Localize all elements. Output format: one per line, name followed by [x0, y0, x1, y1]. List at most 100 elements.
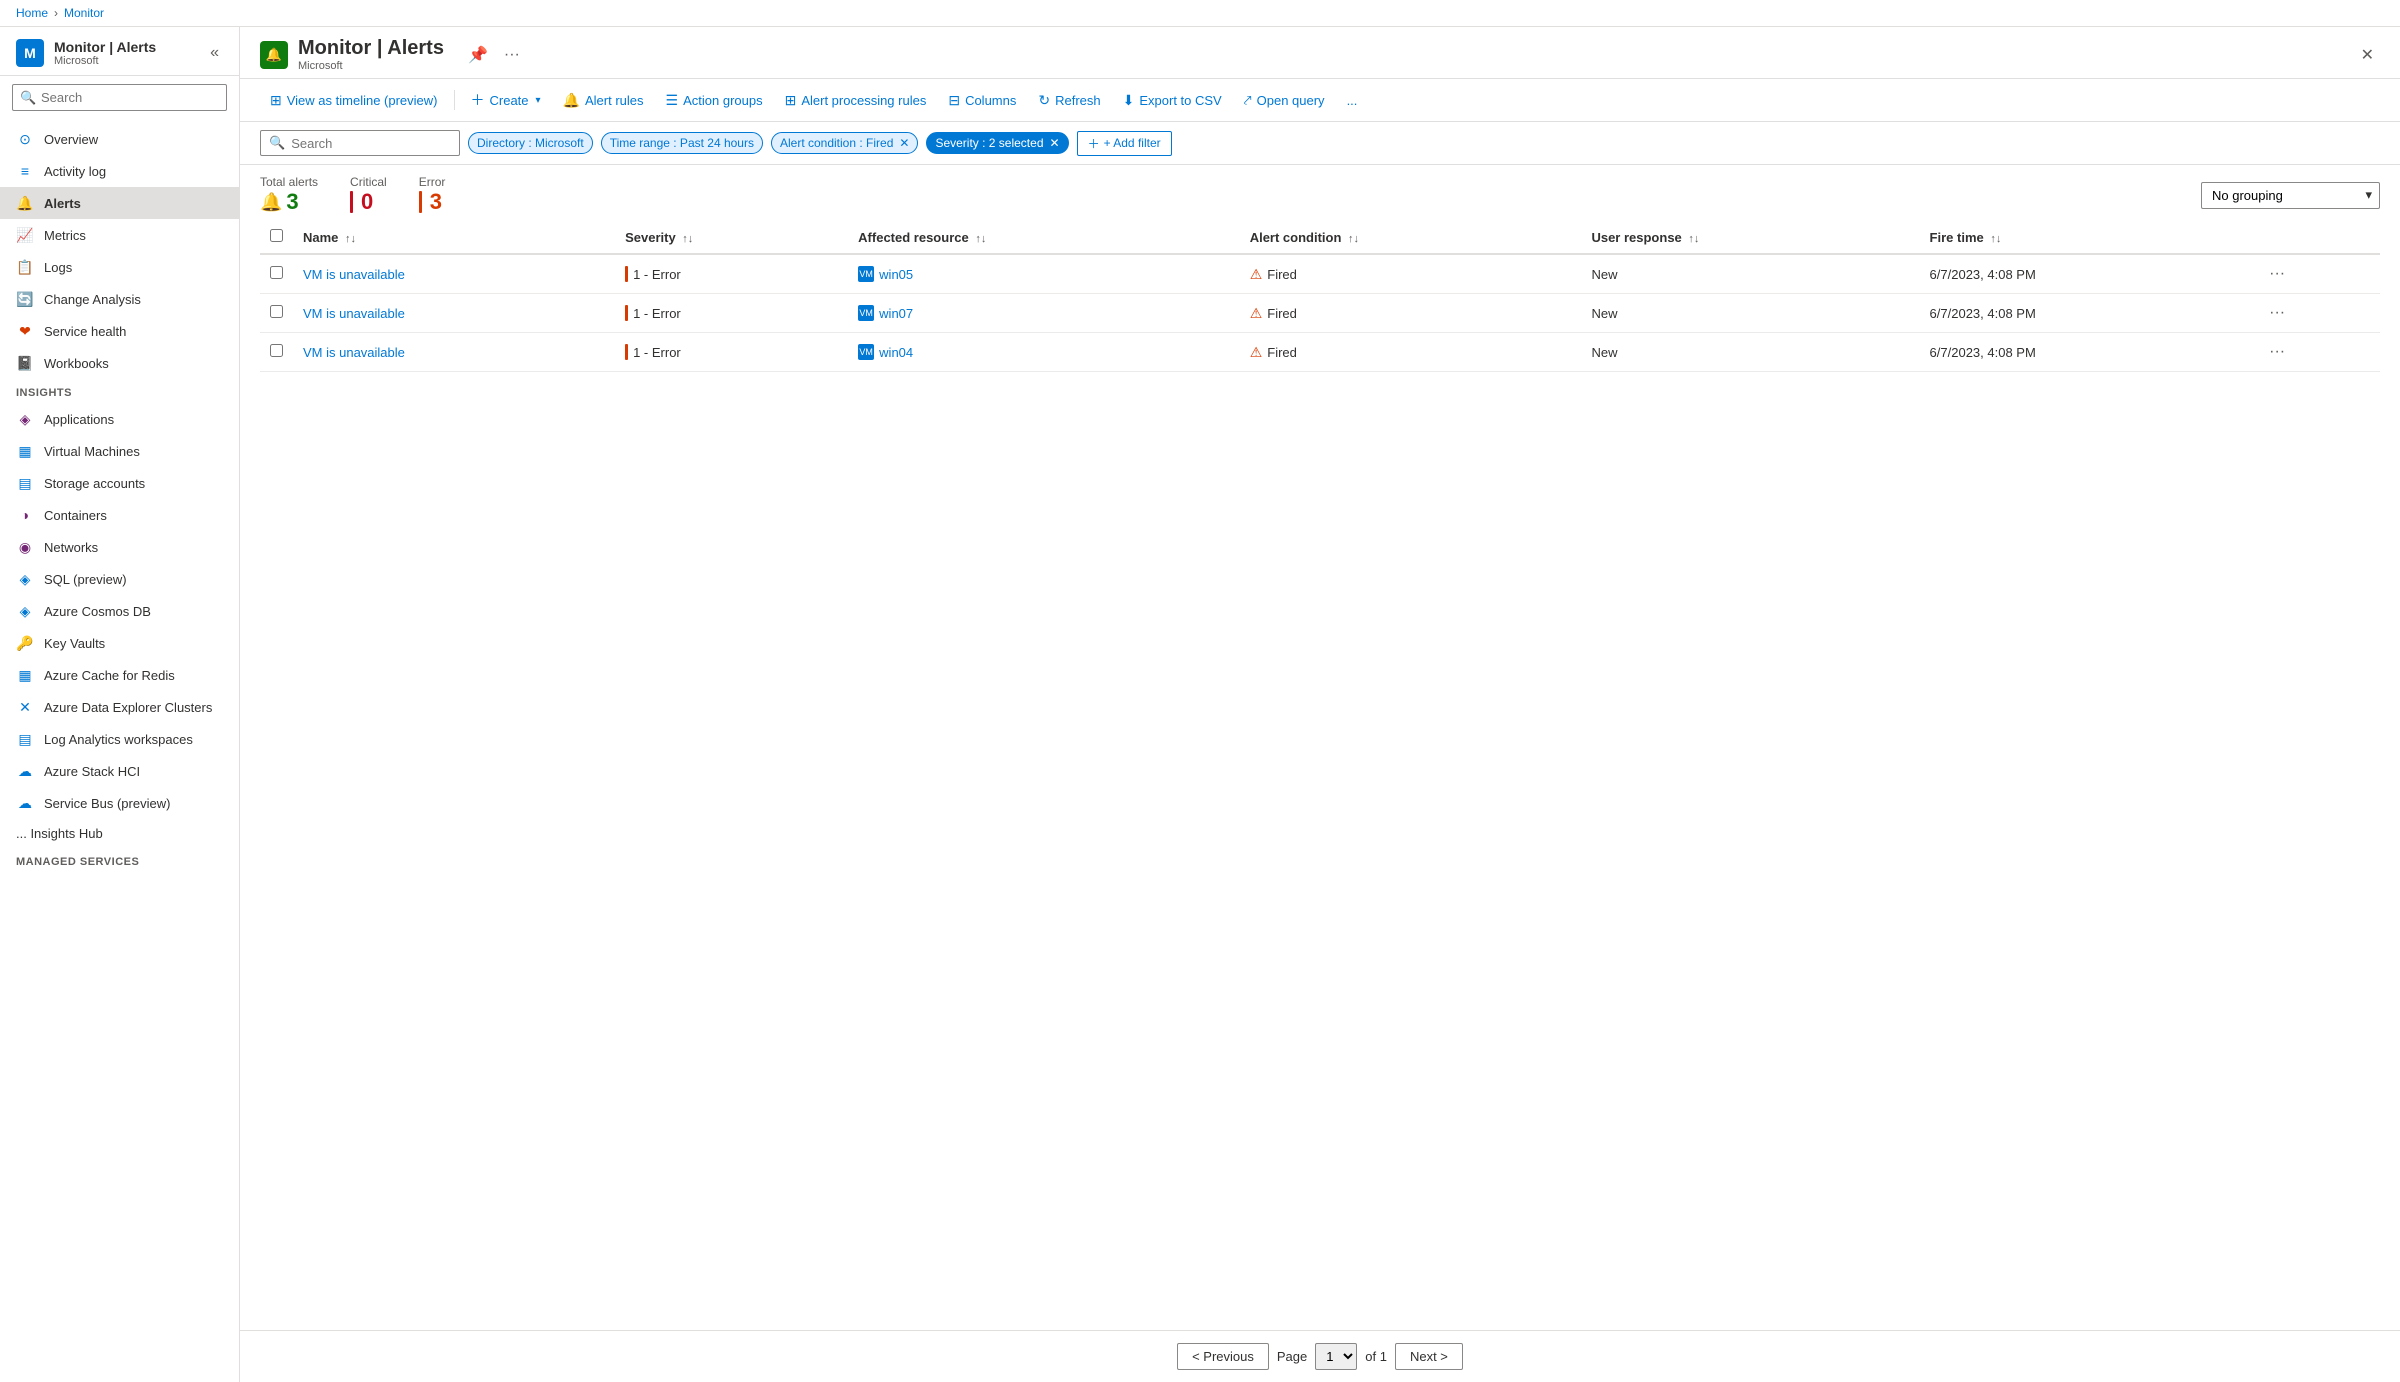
- breadcrumb-home[interactable]: Home: [16, 6, 48, 20]
- row-checkbox-2[interactable]: [270, 344, 283, 357]
- filter-search-input[interactable]: [291, 136, 431, 151]
- sidebar-item-data-explorer[interactable]: ✕ Azure Data Explorer Clusters: [0, 691, 239, 723]
- filter-directory-tag[interactable]: Directory : Microsoft: [468, 132, 593, 154]
- row-resource-link-0[interactable]: VM win05: [858, 266, 1230, 282]
- sidebar-item-applications-label: Applications: [44, 412, 114, 427]
- grouping-select-input[interactable]: No grouping Group by resource Group by s…: [2201, 182, 2380, 209]
- row-resource-cell: VM win07: [848, 294, 1240, 333]
- open-query-button[interactable]: ⤤ Open query: [1234, 87, 1335, 114]
- select-all-checkbox[interactable]: [270, 229, 283, 242]
- sidebar-item-alerts[interactable]: 🔔 Alerts: [0, 187, 239, 219]
- sidebar-item-containers[interactable]: ◑ Containers: [0, 499, 239, 531]
- alert-processing-rules-button[interactable]: ⊞ Alert processing rules: [775, 87, 937, 114]
- sidebar-item-logs[interactable]: 📋 Logs: [0, 251, 239, 283]
- virtual-machines-icon: ▦: [16, 442, 34, 460]
- sidebar-item-overview[interactable]: ⊙ Overview: [0, 123, 239, 155]
- columns-button[interactable]: ⊟ Columns: [938, 87, 1026, 114]
- filter-alert-condition-close[interactable]: ✕: [899, 136, 909, 150]
- export-icon: ⬇: [1123, 92, 1135, 109]
- row-more-button-0[interactable]: ···: [2263, 263, 2291, 285]
- sidebar-item-cosmos-db[interactable]: ◈ Azure Cosmos DB: [0, 595, 239, 627]
- table-header-affected-resource[interactable]: Affected resource ↑↓: [848, 221, 1240, 254]
- page-title-block: Monitor | Alerts Microsoft: [298, 37, 444, 72]
- view-timeline-button[interactable]: ⊞ View as timeline (preview): [260, 87, 448, 114]
- more-options-button[interactable]: ···: [498, 42, 526, 68]
- page-header: 🔔 Monitor | Alerts Microsoft 📌 ··· ✕: [240, 27, 2400, 79]
- sidebar-item-metrics[interactable]: 📈 Metrics: [0, 219, 239, 251]
- table-header-alert-condition[interactable]: Alert condition ↑↓: [1240, 221, 1582, 254]
- row-severity-cell: 1 - Error: [615, 254, 848, 294]
- filter-time-range-tag[interactable]: Time range : Past 24 hours: [601, 132, 763, 154]
- affected-resource-sort-icon[interactable]: ↑↓: [975, 233, 986, 245]
- row-resource-link-2[interactable]: VM win04: [858, 344, 1230, 360]
- sidebar-item-applications[interactable]: ◈ Applications: [0, 403, 239, 435]
- user-response-value-0: New: [1591, 267, 1617, 282]
- fire-time-sort-icon[interactable]: ↑↓: [1990, 233, 2001, 245]
- sidebar-item-stack-hci[interactable]: ☁ Azure Stack HCI: [0, 755, 239, 787]
- table-header-fire-time[interactable]: Fire time ↑↓: [1920, 221, 2254, 254]
- export-csv-button[interactable]: ⬇ Export to CSV: [1113, 87, 1232, 114]
- stack-hci-icon: ☁: [16, 762, 34, 780]
- applications-icon: ◈: [16, 410, 34, 428]
- severity-sort-icon[interactable]: ↑↓: [682, 233, 693, 245]
- alert-condition-sort-icon[interactable]: ↑↓: [1348, 233, 1359, 245]
- row-more-button-2[interactable]: ···: [2263, 341, 2291, 363]
- sidebar-collapse-button[interactable]: «: [206, 40, 223, 66]
- row-checkbox-0[interactable]: [270, 266, 283, 279]
- sidebar-search-input[interactable]: [12, 84, 227, 111]
- sidebar-item-overview-label: Overview: [44, 132, 98, 147]
- alert-condition-value-0: Fired: [1267, 267, 1297, 282]
- toolbar-more-button[interactable]: ...: [1337, 88, 1368, 113]
- filter-alert-condition-tag[interactable]: Alert condition : Fired ✕: [771, 132, 918, 154]
- sidebar-item-log-analytics[interactable]: ▤ Log Analytics workspaces: [0, 723, 239, 755]
- add-filter-button[interactable]: ＋ + Add filter: [1077, 131, 1172, 156]
- filter-severity-close[interactable]: ✕: [1050, 136, 1060, 150]
- row-more-button-1[interactable]: ···: [2263, 302, 2291, 324]
- resource-name-0: win05: [879, 267, 913, 282]
- previous-page-button[interactable]: < Previous: [1177, 1343, 1269, 1370]
- alert-rules-button[interactable]: 🔔 Alert rules: [553, 87, 654, 114]
- sidebar-item-service-health[interactable]: ❤ Service health: [0, 315, 239, 347]
- row-checkbox-1[interactable]: [270, 305, 283, 318]
- sidebar-item-containers-label: Containers: [44, 508, 107, 523]
- row-fire-time-cell: 6/7/2023, 4:08 PM: [1920, 333, 2254, 372]
- sidebar-item-insights-hub[interactable]: ... Insights Hub: [0, 819, 239, 848]
- sidebar-item-change-analysis[interactable]: 🔄 Change Analysis: [0, 283, 239, 315]
- sidebar-logo: M: [16, 39, 44, 67]
- pin-button[interactable]: 📌: [462, 41, 494, 69]
- page-number-select[interactable]: 1: [1315, 1343, 1357, 1370]
- breadcrumb-monitor[interactable]: Monitor: [64, 6, 104, 20]
- table-header-name[interactable]: Name ↑↓: [293, 221, 615, 254]
- refresh-button[interactable]: ↻ Refresh: [1028, 87, 1110, 114]
- table-header-severity[interactable]: Severity ↑↓: [615, 221, 848, 254]
- warn-icon-2: ⚠: [1250, 344, 1263, 361]
- filter-search-box[interactable]: 🔍: [260, 130, 460, 156]
- sidebar-item-key-vaults[interactable]: 🔑 Key Vaults: [0, 627, 239, 659]
- row-name-link-2[interactable]: VM is unavailable: [303, 345, 405, 360]
- critical-bar: [350, 191, 353, 213]
- sidebar-item-workbooks[interactable]: 📓 Workbooks: [0, 347, 239, 379]
- next-page-button[interactable]: Next >: [1395, 1343, 1463, 1370]
- row-name-link-1[interactable]: VM is unavailable: [303, 306, 405, 321]
- error-number: 3: [430, 189, 442, 215]
- close-button[interactable]: ✕: [2355, 41, 2380, 69]
- name-sort-icon[interactable]: ↑↓: [345, 233, 356, 245]
- action-groups-button[interactable]: ☰ Action groups: [656, 87, 773, 114]
- sidebar-item-activity-log[interactable]: ≡ Activity log: [0, 155, 239, 187]
- table-header-user-response[interactable]: User response ↑↓: [1581, 221, 1919, 254]
- user-response-sort-icon[interactable]: ↑↓: [1688, 233, 1699, 245]
- sidebar-header: M Monitor | Alerts Microsoft «: [0, 27, 239, 76]
- sidebar-item-redis[interactable]: ▦ Azure Cache for Redis: [0, 659, 239, 691]
- sidebar-item-networks[interactable]: ◉ Networks: [0, 531, 239, 563]
- sidebar-item-virtual-machines[interactable]: ▦ Virtual Machines: [0, 435, 239, 467]
- row-name-link-0[interactable]: VM is unavailable: [303, 267, 405, 282]
- create-button[interactable]: ＋ Create ▾: [461, 85, 551, 115]
- sidebar-item-sql-preview[interactable]: ◈ SQL (preview): [0, 563, 239, 595]
- row-resource-link-1[interactable]: VM win07: [858, 305, 1230, 321]
- sidebar-item-service-bus[interactable]: ☁ Service Bus (preview): [0, 787, 239, 819]
- stat-critical: Critical 0: [350, 175, 387, 215]
- sidebar-title-block: Monitor | Alerts Microsoft: [54, 39, 156, 67]
- filter-severity-tag[interactable]: Severity : 2 selected ✕: [926, 132, 1068, 154]
- sql-icon: ◈: [16, 570, 34, 588]
- sidebar-item-storage-accounts[interactable]: ▤ Storage accounts: [0, 467, 239, 499]
